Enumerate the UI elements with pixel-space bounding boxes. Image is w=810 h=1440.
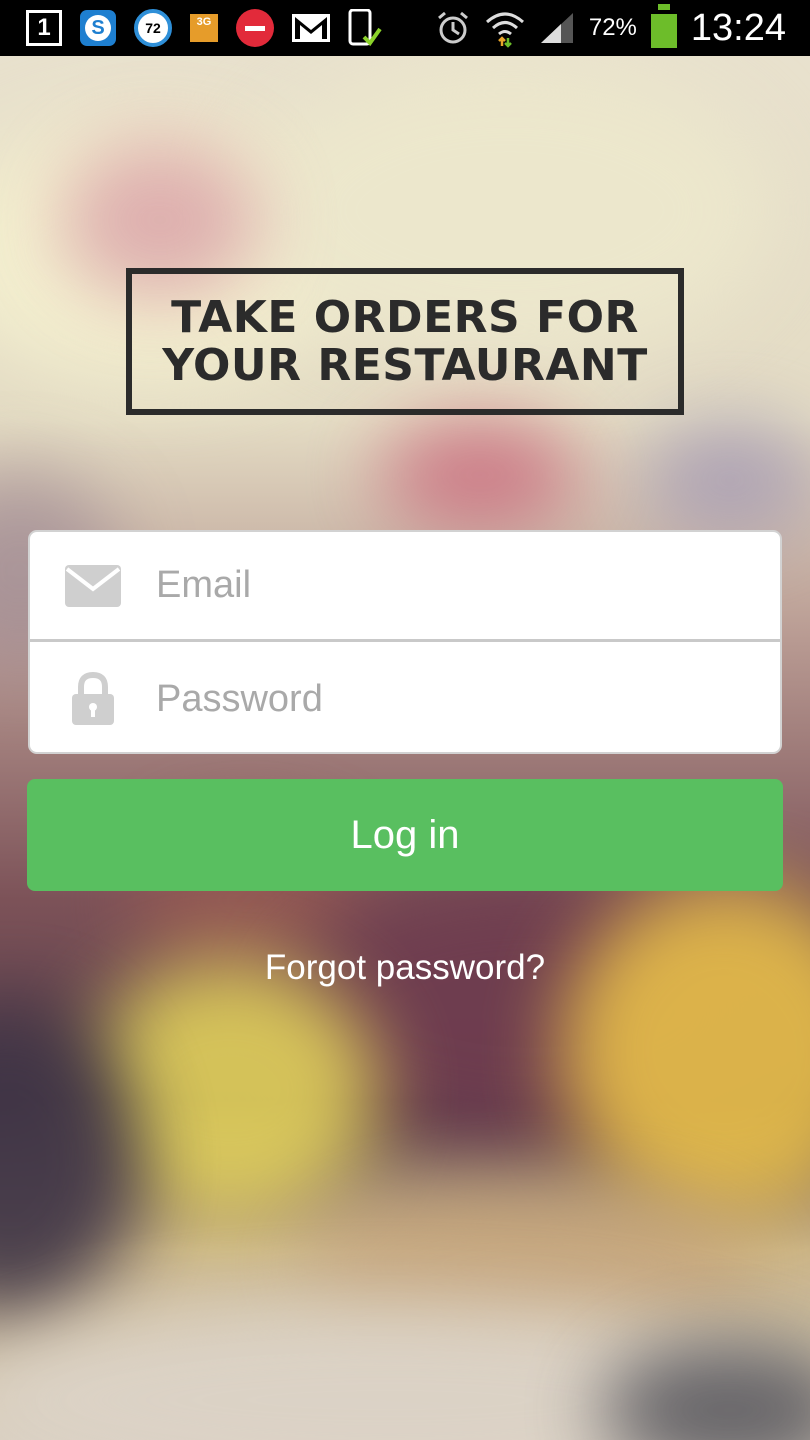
device-check-icon xyxy=(348,9,382,47)
password-input[interactable] xyxy=(156,669,736,729)
wifi-icon xyxy=(485,8,525,48)
logo-line-2: YOUR RESTAURANT xyxy=(162,339,648,391)
skype-icon: S xyxy=(80,10,116,46)
forgot-password-link[interactable]: Forgot password? xyxy=(0,948,810,988)
network-3g-icon: 3G xyxy=(190,14,218,42)
sim-slot-icon: 1 xyxy=(26,10,62,46)
alarm-icon xyxy=(435,10,471,46)
do-not-disturb-icon xyxy=(236,9,274,47)
battery-percent: 72% xyxy=(588,14,637,41)
signal-strength-icon xyxy=(539,11,575,45)
notification-count-icon: 72 xyxy=(134,9,172,47)
login-button[interactable]: Log in xyxy=(27,779,783,891)
status-bar: 1 S 72 3G 72% 13:24 xyxy=(0,0,810,56)
logo-line-1: TAKE ORDERS FOR xyxy=(171,291,639,343)
clock: 13:24 xyxy=(690,6,786,49)
email-field-row[interactable] xyxy=(30,532,780,642)
login-form xyxy=(28,530,782,754)
email-input[interactable] xyxy=(156,555,736,616)
lock-icon xyxy=(30,672,156,726)
envelope-icon xyxy=(30,564,156,607)
app-logo: TAKE ORDERS FOR YOUR RESTAURANT xyxy=(126,268,684,415)
gmail-icon xyxy=(292,14,330,42)
password-field-row[interactable] xyxy=(30,644,780,752)
battery-icon xyxy=(650,4,677,48)
